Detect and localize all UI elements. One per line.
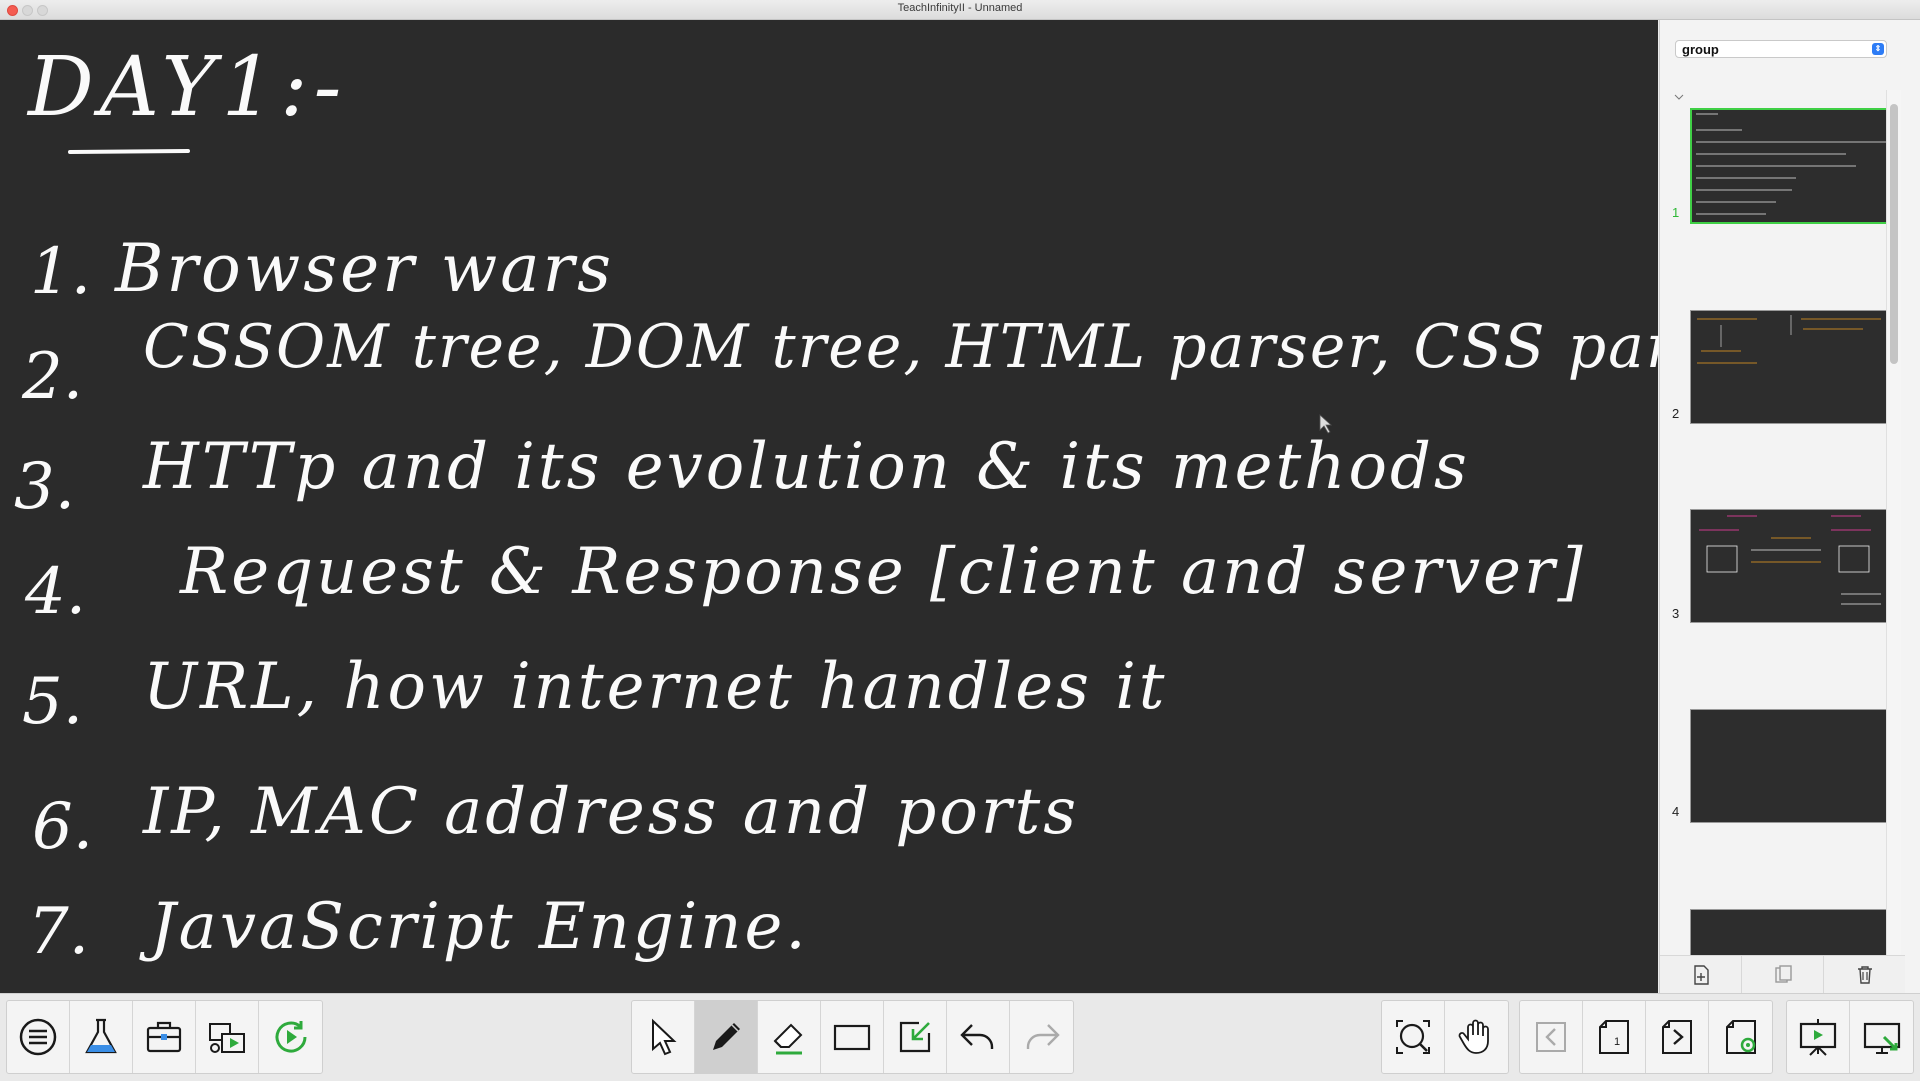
zoom-fit-button[interactable]	[1382, 1001, 1445, 1073]
hand-icon	[1458, 1019, 1489, 1054]
page-thumbnail-2[interactable]	[1690, 310, 1891, 424]
presentation-icon	[1799, 1019, 1837, 1056]
page-thumbnail-3[interactable]	[1690, 509, 1891, 623]
heading-underline	[68, 149, 190, 154]
item-number: 2.	[22, 340, 84, 414]
board-item: CSSOM tree, DOM tree, HTML parser, CSS p…	[143, 312, 1778, 382]
pan-tool-button[interactable]	[1445, 1001, 1508, 1073]
item-number: 6.	[32, 790, 94, 864]
svg-text:1: 1	[1614, 1036, 1620, 1048]
add-page-icon	[1693, 965, 1709, 985]
window-titlebar: TeachInfinityII - Unnamed	[0, 0, 1920, 20]
item-number: 3.	[14, 450, 76, 524]
page-icon: 1	[1599, 1020, 1629, 1054]
page-thumbnail-list[interactable]: 1 2 3 4	[1660, 88, 1903, 958]
page-settings-button[interactable]	[1709, 1001, 1772, 1073]
menu-button[interactable]	[7, 1001, 70, 1073]
shape-tool-button[interactable]	[821, 1001, 884, 1073]
eraser-tool-button[interactable]	[758, 1001, 821, 1073]
group-select-value: group	[1682, 42, 1719, 57]
briefcase-icon	[146, 1021, 182, 1053]
board-item: HTTp and its evolution & its methods	[143, 430, 1470, 504]
present-button[interactable]	[1787, 1001, 1850, 1073]
group-select[interactable]: group ⇕	[1675, 40, 1887, 58]
insert-box-icon	[899, 1021, 931, 1053]
play-button[interactable]	[259, 1001, 322, 1073]
item-number: 1.	[30, 235, 92, 309]
present-tools-group	[1786, 1000, 1914, 1074]
drawing-tools-group	[631, 1000, 1074, 1074]
page-number: 1	[1672, 205, 1680, 220]
current-page-button[interactable]: 1	[1583, 1001, 1646, 1073]
page-settings-icon	[1725, 1020, 1756, 1054]
zoom-fit-icon	[1396, 1020, 1430, 1054]
duplicate-page-icon	[1774, 965, 1792, 983]
window-title: TeachInfinityII - Unnamed	[897, 2, 1023, 14]
page-actions-bar	[1660, 955, 1905, 994]
insert-tool-button[interactable]	[884, 1001, 947, 1073]
item-number: 7.	[28, 895, 90, 969]
flask-icon	[85, 1018, 117, 1054]
bottom-toolbar: 1	[0, 993, 1920, 1081]
toolbox-button[interactable]	[133, 1001, 196, 1073]
pointer-icon	[652, 1018, 677, 1056]
page-sidebar: group ⇕ 1 2 3 4	[1659, 20, 1920, 994]
menu-icon	[19, 1018, 57, 1056]
next-page-icon	[1662, 1020, 1692, 1054]
page-number: 3	[1672, 606, 1680, 621]
undo-button[interactable]	[947, 1001, 1010, 1073]
page-thumbnail-4[interactable]	[1690, 709, 1891, 823]
add-page-button[interactable]	[1660, 956, 1742, 994]
pen-tool-button[interactable]	[695, 1001, 758, 1073]
duplicate-page-button[interactable]	[1742, 956, 1824, 994]
page-thumbnail-preview	[1699, 515, 1881, 605]
board-item: Browser wars	[115, 230, 614, 307]
lab-button[interactable]	[70, 1001, 133, 1073]
screen-share-button[interactable]	[1850, 1001, 1913, 1073]
page-thumbnail-preview	[1697, 315, 1881, 364]
page-nav-group: 1	[1519, 1000, 1773, 1074]
insert-media-button[interactable]	[196, 1001, 259, 1073]
delete-page-button[interactable]	[1824, 956, 1905, 994]
app-tools-group	[6, 1000, 323, 1074]
redo-button[interactable]	[1010, 1001, 1073, 1073]
page-thumbnail-preview	[1696, 113, 1886, 215]
board-item: IP, MAC address and ports	[143, 775, 1080, 849]
trash-icon	[1857, 966, 1872, 984]
page-thumbnail-1[interactable]	[1690, 108, 1893, 224]
page-number: 4	[1672, 804, 1680, 819]
board-item: JavaScript Engine.	[150, 890, 809, 964]
eraser-icon	[773, 1023, 803, 1055]
next-page-button[interactable]	[1646, 1001, 1709, 1073]
media-icon	[209, 1023, 245, 1053]
undo-icon	[960, 1024, 994, 1049]
collapse-chevron-icon[interactable]	[1672, 90, 1686, 104]
monitor-icon	[1863, 1022, 1900, 1054]
thumbnail-scrollbar[interactable]	[1886, 90, 1901, 958]
rectangle-icon	[833, 1024, 871, 1051]
item-number: 5.	[22, 665, 84, 739]
previous-page-button[interactable]	[1520, 1001, 1583, 1073]
board-item: URL, how internet handles it	[143, 650, 1168, 724]
previous-page-icon	[1536, 1022, 1566, 1052]
board-item: Request & Response [client and server]	[180, 535, 1586, 609]
page-thumbnail-5[interactable]	[1690, 909, 1891, 958]
page-number: 2	[1672, 406, 1680, 421]
view-tools-group	[1381, 1000, 1509, 1074]
chevron-updown-icon: ⇕	[1872, 43, 1884, 55]
scrollbar-knob[interactable]	[1890, 104, 1898, 364]
pen-icon	[713, 1023, 740, 1050]
redo-icon	[1026, 1024, 1060, 1049]
select-tool-button[interactable]	[632, 1001, 695, 1073]
item-number: 4.	[25, 555, 87, 629]
whiteboard-canvas[interactable]: DAY1:- 1. Browser wars 2. CSSOM tree, DO…	[0, 20, 1776, 993]
replay-icon	[275, 1021, 306, 1053]
